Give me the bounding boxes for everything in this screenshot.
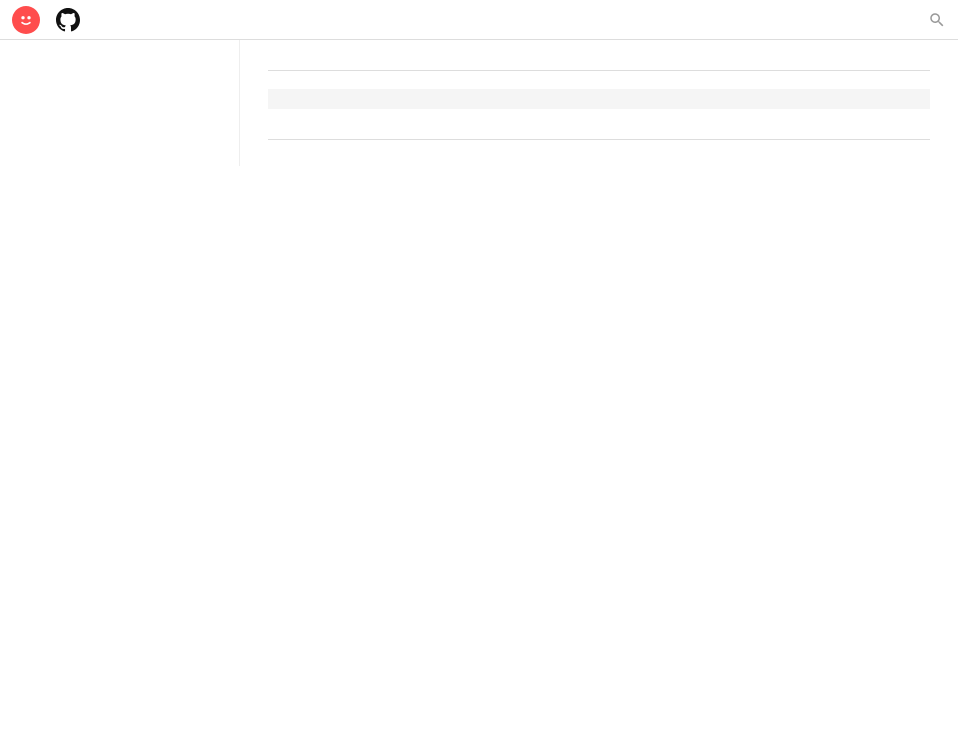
logo-icon[interactable]	[12, 6, 40, 34]
section-heading	[268, 135, 930, 140]
page-title	[268, 64, 930, 71]
github-icon[interactable]	[56, 8, 80, 32]
example-code	[268, 89, 930, 109]
sidebar	[0, 40, 240, 166]
top-header	[0, 0, 958, 40]
search-icon[interactable]	[928, 11, 946, 29]
main-content	[240, 40, 958, 166]
